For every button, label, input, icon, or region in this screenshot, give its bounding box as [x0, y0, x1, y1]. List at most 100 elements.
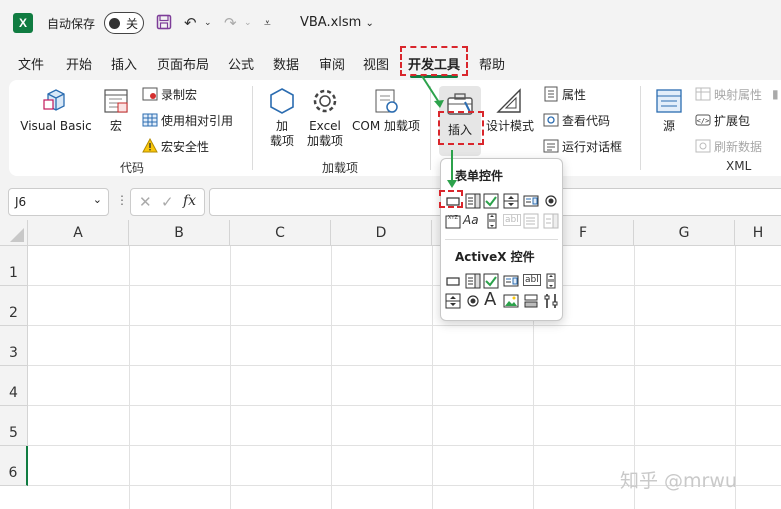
autosave-label: 自动保存 — [47, 17, 96, 31]
com-addins-button[interactable]: COM 加载项 — [350, 86, 422, 134]
activex-toggle-button-icon[interactable] — [523, 293, 539, 309]
view-code-icon — [543, 113, 559, 127]
visual-basic-button[interactable]: Visual Basic — [20, 86, 92, 134]
properties-icon — [544, 86, 558, 102]
excel-addins-button[interactable]: Excel 加载项 — [303, 86, 347, 149]
activex-scroll-bar-icon[interactable] — [543, 273, 559, 289]
spin-button-control-icon[interactable] — [503, 193, 519, 209]
grid-line — [28, 285, 781, 286]
save-icon[interactable] — [156, 14, 172, 34]
xml-group-label: XML — [726, 159, 752, 173]
combo-box-control-icon[interactable] — [465, 193, 481, 209]
com-addins-label: COM 加载项 — [352, 119, 420, 133]
column-header-g[interactable]: G — [634, 220, 735, 246]
com-addins-icon — [375, 89, 398, 113]
addins-button[interactable]: 加 载项 — [264, 86, 300, 149]
column-header-h[interactable]: H — [735, 220, 781, 246]
insert-button-highlight — [438, 111, 484, 145]
tab-formulas[interactable]: 公式 — [228, 54, 254, 73]
activex-list-box-icon[interactable] — [503, 273, 519, 289]
row-header-6[interactable]: 6 — [0, 446, 28, 486]
tab-review[interactable]: 审阅 — [319, 54, 345, 73]
group-box-control-icon[interactable]: XYZ — [445, 213, 461, 229]
annotation-arrow-icon — [447, 150, 457, 188]
column-header-b[interactable]: B — [129, 220, 230, 246]
enter-icon[interactable]: ✓ — [161, 193, 174, 211]
column-header-c[interactable]: C — [230, 220, 331, 246]
scroll-bar-control-icon[interactable] — [484, 213, 500, 229]
row-header-1[interactable]: 1 — [0, 246, 28, 286]
macro-security-button[interactable]: 宏安全性 — [142, 138, 209, 155]
row-header-2[interactable]: 2 — [0, 286, 28, 326]
more-options-icon[interactable]: ⋮ — [116, 193, 128, 207]
activex-spin-button-icon[interactable] — [445, 293, 461, 309]
activex-button-icon[interactable] — [445, 273, 461, 289]
chevron-down-icon[interactable]: ⌄ — [93, 193, 102, 206]
row-header-3[interactable]: 3 — [0, 326, 28, 366]
activex-image-icon[interactable] — [503, 293, 519, 309]
tab-page-layout[interactable]: 页面布局 — [157, 54, 209, 73]
name-box-value: J6 — [15, 195, 27, 209]
formula-bar: J6 ⌄ ⋮ ✕ ✓ fx — [0, 184, 781, 220]
design-mode-button[interactable]: 设计模式 — [484, 86, 536, 134]
activex-option-button-icon[interactable] — [465, 293, 481, 309]
addins-label-line1: 加 — [275, 119, 288, 133]
cancel-icon[interactable]: ✕ — [139, 193, 152, 211]
run-dialog-button[interactable]: 运行对话框 — [543, 138, 622, 155]
insert-function-icon[interactable]: fx — [183, 193, 196, 209]
combo-list-edit-control-icon[interactable] — [523, 213, 539, 229]
map-properties-button[interactable]: 映射属性 — [695, 86, 762, 103]
redo-icon[interactable]: ↷ — [224, 14, 237, 32]
activex-label-icon[interactable]: A — [484, 289, 496, 310]
text-field-control-icon[interactable]: abl — [503, 214, 521, 226]
tab-insert[interactable]: 插入 — [111, 54, 137, 73]
list-box-control-icon[interactable] — [523, 193, 539, 209]
combo-dropdown-edit-control-icon[interactable] — [543, 213, 559, 229]
grid-line — [28, 445, 781, 446]
label-control-icon[interactable]: Aa — [463, 213, 479, 227]
customize-toolbar-icon[interactable]: ⩡ — [264, 14, 271, 32]
record-macro-button[interactable]: 录制宏 — [142, 86, 197, 103]
option-button-control-icon[interactable] — [543, 193, 559, 209]
properties-button[interactable]: 属性 — [543, 86, 586, 103]
design-mode-label: 设计模式 — [485, 119, 534, 133]
refresh-data-button[interactable]: 刷新数据 — [695, 138, 762, 155]
tab-data[interactable]: 数据 — [273, 54, 299, 73]
row-header-5[interactable]: 5 — [0, 406, 28, 446]
tab-file[interactable]: 文件 — [18, 54, 44, 73]
row-header-4[interactable]: 4 — [0, 366, 28, 406]
macros-icon — [104, 89, 128, 113]
refresh-data-label: 刷新数据 — [714, 140, 763, 154]
select-all-corner[interactable] — [0, 220, 28, 246]
name-box[interactable]: J6 ⌄ — [8, 188, 109, 216]
activex-checkbox-icon[interactable] — [483, 273, 499, 289]
undo-icon[interactable]: ↶ — [184, 14, 197, 32]
xml-source-button[interactable]: 源 — [652, 86, 686, 134]
column-header-a[interactable]: A — [28, 220, 129, 246]
activex-combo-box-icon[interactable] — [465, 273, 481, 289]
tab-home[interactable]: 开始 — [66, 54, 92, 73]
activex-text-box-icon[interactable]: abl — [523, 274, 541, 286]
view-code-button[interactable]: 查看代码 — [543, 112, 610, 129]
macros-label: 宏 — [109, 119, 122, 133]
autosave-toggle[interactable]: 关 — [104, 12, 144, 34]
relative-reference-button[interactable]: 使用相对引用 — [142, 112, 233, 129]
tab-view[interactable]: 视图 — [363, 54, 389, 73]
column-header-d[interactable]: D — [331, 220, 432, 246]
gear-icon — [313, 89, 337, 113]
run-dialog-label: 运行对话框 — [562, 140, 623, 154]
macros-button[interactable]: 宏 — [98, 86, 134, 134]
addins-label-line2: 载项 — [269, 134, 294, 148]
tab-help[interactable]: 帮助 — [479, 54, 505, 73]
undo-dropdown-icon[interactable]: ⌄ — [204, 14, 212, 32]
ribbon-overflow-icon[interactable]: ▮ — [772, 86, 779, 102]
more-controls-icon[interactable] — [543, 293, 559, 309]
relative-reference-icon — [142, 113, 158, 127]
file-name[interactable]: VBA.xlsm ⌄ — [300, 15, 374, 30]
annotation-arrow-icon — [421, 75, 444, 108]
expansion-packs-button[interactable]: </> 扩展包 — [695, 112, 750, 129]
button-control-highlight — [439, 190, 463, 208]
checkbox-control-icon[interactable] — [483, 193, 499, 209]
redo-dropdown-icon[interactable]: ⌄ — [244, 14, 252, 32]
excel-logo-icon: X — [13, 13, 33, 33]
